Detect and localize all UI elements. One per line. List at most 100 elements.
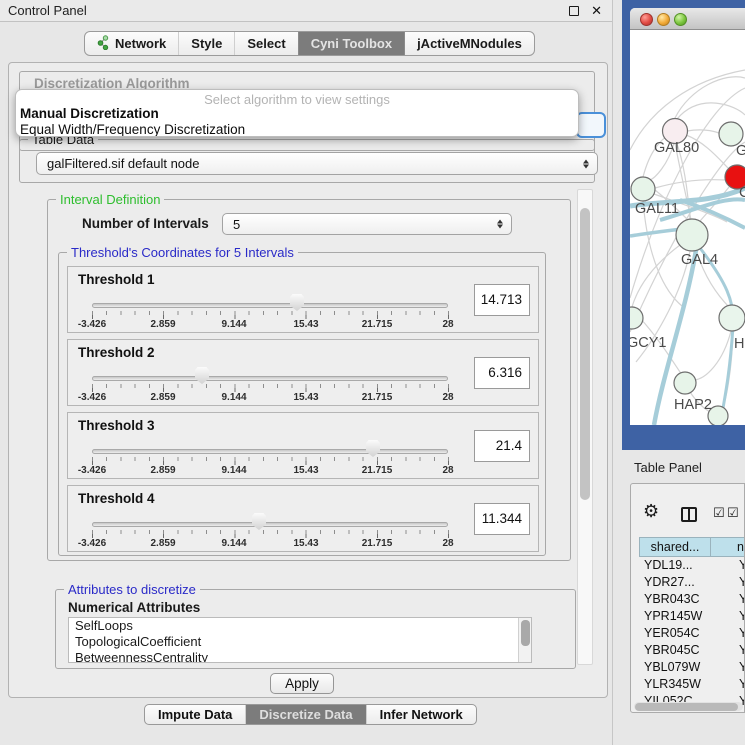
threshold-2-slider-thumb[interactable] [195, 367, 209, 384]
algorithm-dropdown-popup: Select algorithm to view settings Manual… [15, 89, 579, 137]
tab-style[interactable]: Style [178, 32, 234, 55]
table-header-row: shared... na [639, 537, 745, 557]
table-row[interactable]: YLR345WYLR3 [639, 676, 745, 693]
minimize-traffic-light[interactable] [657, 13, 670, 26]
cyni-bottom-tabs: Impute Data Discretize Data Infer Networ… [144, 704, 477, 725]
slider-ticks [92, 457, 449, 465]
threshold-3-panel: Threshold 3 -3.426 2.859 9.144 15.43 21.… [67, 412, 539, 479]
control-panel-titlebar: Control Panel ✕ [0, 0, 612, 22]
network-canvas[interactable]: GAL80 GA C GAL11 GAL4 GCY1 H HAP2 [630, 30, 745, 425]
node-hap2[interactable] [674, 372, 696, 394]
slider-ticks [92, 530, 449, 538]
tab-infer-network[interactable]: Infer Network [366, 705, 476, 724]
algorithm-option-manual[interactable]: Manual Discretization [16, 106, 578, 122]
threshold-3-slider-track[interactable] [92, 449, 448, 454]
zoom-traffic-light[interactable] [674, 13, 687, 26]
numerical-attributes-list[interactable]: SelfLoops TopologicalCoefficient Between… [68, 617, 532, 663]
threshold-3-slider-thumb[interactable] [366, 440, 380, 457]
svg-text:GAL80: GAL80 [654, 140, 699, 156]
gear-icon[interactable]: ⚙ [643, 503, 659, 521]
column-header-name[interactable]: na [711, 537, 745, 557]
apply-button[interactable]: Apply [270, 673, 334, 694]
column-header-shared-name[interactable]: shared... [639, 537, 711, 557]
node-gal4[interactable] [676, 219, 708, 251]
table-row[interactable]: YDL19...YDL1 [639, 557, 745, 574]
network-window-titlebar[interactable] [630, 8, 745, 30]
checkbox-icon[interactable]: ☑ [713, 506, 725, 521]
control-panel-window: Control Panel ✕ Network Style Select Cyn… [0, 0, 613, 745]
control-panel-title: Control Panel [8, 0, 87, 22]
interval-definition-title: Interval Definition [56, 192, 164, 207]
table-panel: ⚙ ☑ ☑ shared... na YDL19...YDL1 YDR27...… [630, 483, 745, 713]
threshold-1-value-field[interactable]: 14.713 [474, 284, 530, 316]
table-data-combobox[interactable]: galFiltered.sif default node [36, 152, 598, 175]
table-row[interactable]: YBL079WYBL0 [639, 659, 745, 676]
close-traffic-light[interactable] [640, 13, 653, 26]
threshold-2-value-field[interactable]: 6.316 [474, 357, 530, 389]
settings-scrollbar[interactable] [577, 189, 593, 665]
threshold-2-panel: Threshold 2 -3.426 2.859 9.144 15.43 21.… [67, 339, 539, 406]
settings-scrollbar-thumb[interactable] [580, 208, 590, 500]
threshold-1-slider-thumb[interactable] [290, 294, 304, 311]
algorithm-combobox[interactable] [576, 112, 606, 138]
table-scrollbar-thumb[interactable] [635, 703, 738, 711]
table-data-group: Table Data galFiltered.sif default node [19, 139, 595, 183]
node-gcy1[interactable] [630, 307, 643, 329]
threshold-coordinates-group: Threshold's Coordinates for 5 Intervals … [58, 252, 546, 556]
combo-stepper-icon [583, 159, 589, 168]
combo-stepper-icon [497, 220, 503, 229]
node-h[interactable] [719, 305, 745, 331]
list-scrollbar[interactable] [518, 618, 531, 662]
algorithm-option-equal-width[interactable]: Equal Width/Frequency Discretization [16, 122, 578, 137]
float-window-icon[interactable] [569, 6, 579, 16]
threshold-3-value-field[interactable]: 21.4 [474, 430, 530, 462]
list-item[interactable]: BetweennessCentrality [69, 650, 531, 663]
threshold-4-panel: Threshold 4 -3.426 2.859 9.144 15.43 21.… [67, 485, 539, 552]
tab-network[interactable]: Network [85, 32, 178, 55]
tab-cyni-toolbox[interactable]: Cyni Toolbox [298, 32, 404, 55]
tab-network-label: Network [115, 36, 166, 51]
threshold-coordinates-title: Threshold's Coordinates for 5 Intervals [67, 245, 298, 260]
attributes-group-title: Attributes to discretize [64, 582, 200, 597]
settings-scroll-area: Interval Definition Number of Intervals … [19, 187, 577, 671]
table-data-value: galFiltered.sif default node [47, 153, 199, 175]
close-icon[interactable]: ✕ [591, 3, 602, 19]
network-icon [97, 35, 109, 53]
table-panel-title: Table Panel [634, 460, 702, 475]
list-scrollbar-thumb[interactable] [521, 620, 530, 646]
svg-text:C: C [739, 185, 745, 201]
network-view-frame: GAL80 GA C GAL11 GAL4 GCY1 H HAP2 [622, 0, 745, 450]
threshold-2-slider-track[interactable] [92, 376, 448, 381]
threshold-4-slider-thumb[interactable] [252, 513, 266, 530]
table-row[interactable]: YBR043CYBR0 [639, 591, 745, 608]
number-of-intervals-label: Number of Intervals [82, 216, 209, 231]
list-item[interactable]: SelfLoops [69, 618, 531, 634]
table-horizontal-scrollbar[interactable] [634, 702, 743, 711]
threshold-1-slider-track[interactable] [92, 303, 448, 308]
node-gal11[interactable] [631, 177, 655, 201]
interval-definition-group: Interval Definition Number of Intervals … [47, 199, 571, 561]
tab-impute-data[interactable]: Impute Data [145, 705, 245, 724]
attributes-to-discretize-group: Attributes to discretize Numerical Attri… [55, 589, 576, 669]
table-row[interactable]: YBR045CYBR0 [639, 642, 745, 659]
table-row[interactable]: YER054CYER0 [639, 625, 745, 642]
checkbox-icon[interactable]: ☑ [727, 506, 739, 521]
threshold-4-value-field[interactable]: 11.344 [474, 503, 530, 535]
threshold-4-slider-track[interactable] [92, 522, 448, 527]
tab-discretize-data[interactable]: Discretize Data [245, 705, 365, 724]
svg-text:GAL11: GAL11 [635, 201, 679, 217]
svg-text:H: H [734, 336, 744, 352]
svg-text:GCY1: GCY1 [630, 335, 667, 351]
table-row[interactable]: YDR27...YDR2 [639, 574, 745, 591]
node-table: shared... na YDL19...YDL1 YDR27...YDR2 Y… [639, 537, 745, 710]
tab-jactivemnodules[interactable]: jActiveMNodules [404, 32, 534, 55]
list-item[interactable]: TopologicalCoefficient [69, 634, 531, 650]
svg-text:GA: GA [736, 143, 745, 159]
algorithm-placeholder-option[interactable]: Select algorithm to view settings [16, 92, 578, 106]
cyni-toolbox-panel: Discretization Algorithm Select algorith… [8, 62, 608, 698]
tab-select[interactable]: Select [234, 32, 297, 55]
number-of-intervals-combobox[interactable]: 5 [222, 213, 512, 235]
columns-icon[interactable] [681, 507, 697, 522]
svg-text:HAP2: HAP2 [674, 397, 712, 413]
table-row[interactable]: YPR145WYPR1 [639, 608, 745, 625]
